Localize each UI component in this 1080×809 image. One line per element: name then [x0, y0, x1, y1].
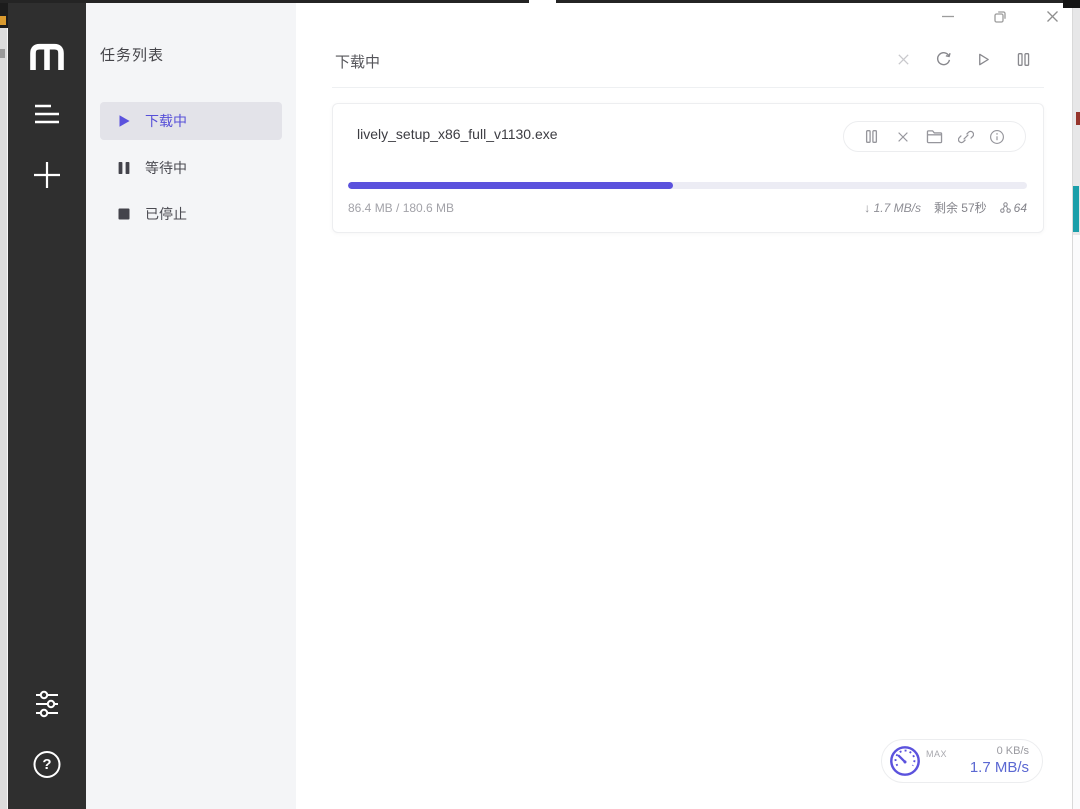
background-red-fragment — [1076, 112, 1080, 125]
speedometer-icon — [890, 746, 920, 776]
nav-item-label: 已停止 — [145, 206, 187, 222]
task-filename: lively_setup_x86_full_v1130.exe — [357, 126, 558, 142]
nav-item-waiting[interactable]: 等待中 — [100, 149, 282, 187]
connections-count: 64 — [1013, 200, 1027, 215]
resume-all-icon[interactable] — [975, 51, 992, 68]
open-folder-icon[interactable] — [925, 128, 943, 146]
help-icon[interactable]: ? — [33, 751, 61, 778]
help-glyph: ? — [42, 756, 52, 773]
page-title: 下载中 — [335, 54, 381, 71]
download-speed-total: 1.7 MB/s — [969, 758, 1029, 776]
motrix-logo-icon — [28, 42, 66, 70]
speed-widget[interactable]: MAX 0 KB/s 1.7 MB/s — [881, 739, 1043, 783]
pause-all-icon[interactable] — [1015, 51, 1032, 68]
task-stats-row: 86.4 MB / 180.6 MB ↓ 1.7 MB/s 剩余 57秒 64 — [348, 199, 1027, 216]
nav-item-stopped[interactable]: 已停止 — [100, 195, 282, 233]
download-task-card[interactable]: lively_setup_x86_full_v1130.exe 86.4 MB … — [332, 103, 1044, 233]
copy-link-icon[interactable] — [957, 128, 975, 146]
window-controls — [940, 8, 1060, 24]
task-panel-title: 任务列表 — [100, 47, 165, 64]
background-teal-fragment — [1073, 186, 1079, 232]
progress-fill — [348, 182, 673, 189]
info-icon[interactable] — [988, 128, 1006, 146]
upload-speed-text: 0 KB/s — [996, 744, 1029, 757]
nav-item-downloading[interactable]: 下载中 — [100, 102, 282, 140]
speed-mode-label: MAX — [926, 749, 948, 759]
delete-task-icon[interactable] — [895, 51, 912, 68]
background-window-left-edge — [0, 0, 8, 809]
header-toolbar — [895, 51, 1032, 68]
time-remaining-text: 剩余 57秒 — [933, 201, 987, 215]
connections-icon — [999, 202, 1011, 213]
refresh-icon[interactable] — [935, 51, 952, 68]
background-top-notch — [529, 0, 556, 3]
nav-item-label: 下载中 — [145, 113, 187, 129]
delete-task-icon[interactable] — [894, 128, 912, 146]
background-glyph-fragment — [0, 49, 5, 58]
background-top-corner — [1063, 0, 1080, 8]
background-star-fragment — [0, 16, 6, 25]
minimize-button[interactable] — [940, 8, 956, 24]
nav-item-label: 等待中 — [145, 160, 187, 176]
progress-bar — [348, 182, 1027, 189]
motrix-logo-glyph — [30, 43, 64, 70]
size-progress-text: 86.4 MB / 180.6 MB — [348, 200, 455, 215]
sidebar-rail: ? — [8, 0, 86, 809]
play-icon — [117, 114, 131, 128]
download-speed-text: ↓ 1.7 MB/s — [864, 200, 921, 215]
connections-stat: 64 — [999, 200, 1027, 215]
task-action-bar — [843, 121, 1026, 152]
task-list-icon[interactable] — [34, 104, 60, 124]
task-stats-right: ↓ 1.7 MB/s 剩余 57秒 64 — [864, 199, 1027, 216]
close-window-button[interactable] — [1044, 8, 1060, 24]
add-task-icon[interactable] — [32, 160, 62, 190]
pause-icon — [117, 161, 131, 175]
preferences-icon[interactable] — [33, 690, 61, 718]
main-area: 下载中 lively_setup_x86_full_v1130.exe 86.4… — [296, 0, 1072, 809]
background-window-right-edge — [1072, 0, 1080, 809]
maximize-button[interactable] — [992, 8, 1008, 24]
motrix-window: ? 任务列表 下载中 等待中 已停止 下载中 lively_setup_x86_… — [8, 0, 1072, 809]
screen: ? 任务列表 下载中 等待中 已停止 下载中 lively_setup_x86_… — [0, 0, 1080, 809]
task-panel: 任务列表 下载中 等待中 已停止 — [86, 0, 296, 809]
speed-readouts: 0 KB/s 1.7 MB/s — [947, 745, 1029, 778]
pause-task-icon[interactable] — [863, 128, 881, 146]
stop-icon — [117, 207, 131, 221]
header-divider — [332, 87, 1044, 88]
